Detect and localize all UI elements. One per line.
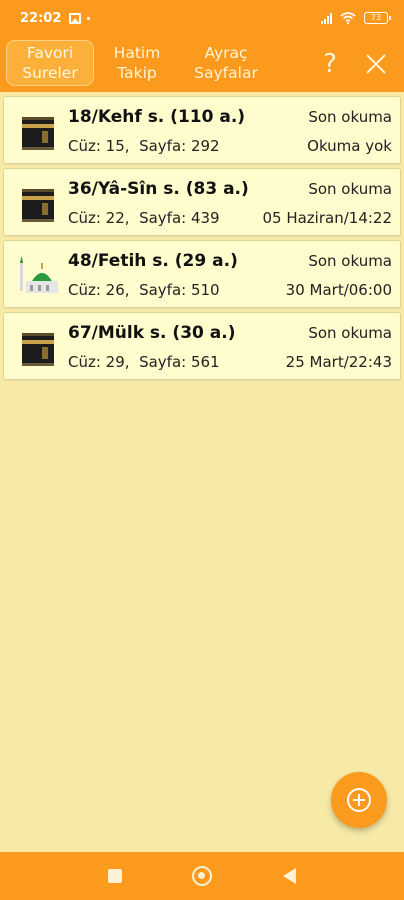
last-read-date: 05 Haziran/14:22: [262, 209, 392, 227]
surah-title: 67/Mülk s. (30 a.): [68, 323, 236, 343]
tab-label-line2: Takip: [117, 64, 157, 82]
close-icon: [366, 54, 386, 74]
last-read-label: Son okuma: [308, 108, 392, 126]
recents-button[interactable]: [108, 869, 122, 883]
status-bar: 22:02 73: [0, 0, 404, 36]
tab-label-line2: Sureler: [22, 64, 78, 82]
battery-icon: 73: [364, 12, 391, 24]
kaaba-icon: [22, 189, 54, 222]
status-time: 22:02: [20, 10, 62, 26]
surah-title: 36/Yâ-Sîn s. (83 a.): [68, 179, 249, 199]
last-read-label: Son okuma: [308, 252, 392, 270]
help-button[interactable]: ?: [316, 46, 344, 82]
surah-title: 18/Kehf s. (110 a.): [68, 107, 246, 127]
last-read-label: Son okuma: [308, 324, 392, 342]
surah-details: Cüz: 22, Sayfa: 439: [68, 209, 220, 227]
list-item[interactable]: 48/Fetih s. (29 a.) Cüz: 26, Sayfa: 510 …: [3, 240, 401, 308]
kaaba-icon: [22, 117, 54, 150]
last-read-date: Okuma yok: [307, 137, 392, 155]
status-left-icons: [69, 12, 91, 24]
system-navigation-bar: [0, 852, 404, 900]
add-circle-icon: [347, 788, 371, 812]
signal-icon: [321, 12, 332, 24]
last-read-date: 30 Mart/06:00: [285, 281, 392, 299]
home-button[interactable]: [192, 866, 212, 886]
list-item[interactable]: 18/Kehf s. (110 a.) Cüz: 15, Sayfa: 292 …: [3, 96, 401, 164]
tab-label-line2: Sayfalar: [194, 64, 258, 82]
surah-details: Cüz: 29, Sayfa: 561: [68, 353, 220, 371]
tab-ayrac-sayfalar[interactable]: Ayraç Sayfalar: [180, 40, 272, 86]
top-toolbar: Favori Sureler Hatim Takip Ayraç Sayfala…: [0, 36, 404, 92]
add-button[interactable]: [331, 772, 387, 828]
surah-details: Cüz: 26, Sayfa: 510: [68, 281, 220, 299]
notification-dot-icon: [87, 16, 91, 20]
last-read-label: Son okuma: [308, 180, 392, 198]
tab-favori-sureler[interactable]: Favori Sureler: [6, 40, 94, 86]
kaaba-icon: [22, 333, 54, 366]
tab-label-line1: Favori: [26, 44, 74, 62]
status-right-icons: 73: [321, 12, 391, 24]
list-item[interactable]: 67/Mülk s. (30 a.) Cüz: 29, Sayfa: 561 S…: [3, 312, 401, 380]
list-item[interactable]: 36/Yâ-Sîn s. (83 a.) Cüz: 22, Sayfa: 439…: [3, 168, 401, 236]
back-button[interactable]: [283, 868, 296, 884]
close-button[interactable]: [362, 50, 390, 78]
surah-title: 48/Fetih s. (29 a.): [68, 251, 238, 271]
wifi-icon: [340, 12, 356, 24]
last-read-date: 25 Mart/22:43: [285, 353, 392, 371]
surah-details: Cüz: 15, Sayfa: 292: [68, 137, 220, 155]
gallery-notification-icon: [69, 12, 82, 24]
tab-label-line1: Hatim: [113, 44, 161, 62]
tab-hatim-takip[interactable]: Hatim Takip: [100, 40, 174, 86]
mosque-icon: [20, 256, 58, 293]
tab-label-line1: Ayraç: [204, 44, 248, 62]
